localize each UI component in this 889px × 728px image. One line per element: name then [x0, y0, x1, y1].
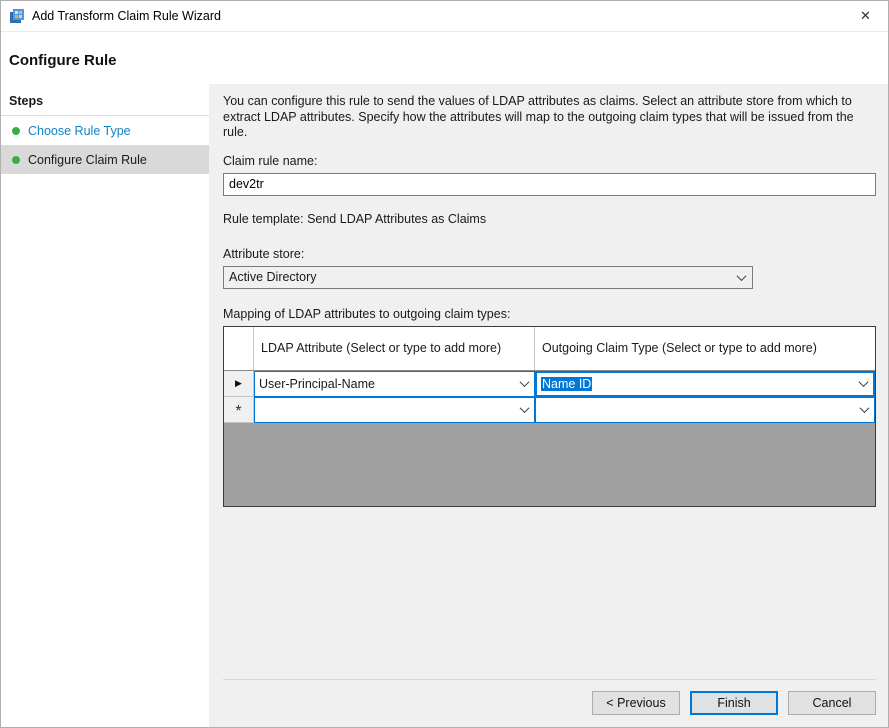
mapping-label: Mapping of LDAP attributes to outgoing c… [223, 307, 876, 321]
ldap-attribute-select-new[interactable] [254, 397, 535, 423]
step-bullet-icon [12, 156, 20, 164]
finish-button[interactable]: Finish [690, 691, 778, 715]
footer: < Previous Finish Cancel [223, 679, 876, 715]
chevron-down-icon [520, 403, 530, 413]
step-bullet-icon [12, 127, 20, 135]
chevron-down-icon [859, 377, 869, 387]
column-header-ldap-attribute: LDAP Attribute (Select or type to add mo… [254, 327, 535, 370]
titlebar: Add Transform Claim Rule Wizard ✕ [1, 1, 888, 32]
wizard-body: Steps Choose Rule Type Configure Claim R… [1, 84, 888, 727]
outgoing-claim-type-value: Name ID [541, 377, 592, 391]
claim-rule-name-label: Claim rule name: [223, 154, 876, 168]
step-label: Configure Claim Rule [28, 153, 147, 167]
attribute-store-select[interactable]: Active Directory [223, 266, 753, 289]
chevron-down-icon [860, 403, 870, 413]
new-row-marker: * [224, 397, 254, 423]
claim-rule-name-input[interactable] [223, 173, 876, 196]
wizard-window: Add Transform Claim Rule Wizard ✕ Config… [0, 0, 889, 728]
asterisk-icon: * [235, 403, 241, 421]
table-corner-cell [224, 327, 254, 370]
attribute-store-value: Active Directory [229, 270, 317, 284]
step-label: Choose Rule Type [28, 124, 131, 138]
sidebar-item-configure-claim-rule[interactable]: Configure Claim Rule [1, 145, 209, 174]
previous-button[interactable]: < Previous [592, 691, 680, 715]
sidebar-item-choose-rule-type[interactable]: Choose Rule Type [1, 116, 209, 145]
rule-template-text: Rule template: Send LDAP Attributes as C… [223, 212, 876, 226]
close-icon: ✕ [860, 8, 871, 23]
steps-header: Steps [1, 84, 209, 116]
window-title: Add Transform Claim Rule Wizard [32, 9, 221, 23]
page-title: Configure Rule [9, 52, 880, 69]
outgoing-claim-type-select[interactable]: Name ID [535, 371, 875, 397]
attribute-store-label: Attribute store: [223, 247, 876, 261]
wizard-app-icon [9, 8, 25, 24]
triangle-right-icon: ▶ [235, 378, 242, 389]
table-header-row: LDAP Attribute (Select or type to add mo… [224, 327, 875, 371]
chevron-down-icon [520, 377, 530, 387]
current-row-marker: ▶ [224, 371, 254, 397]
outgoing-claim-type-select-new[interactable] [535, 397, 875, 423]
ldap-attribute-select[interactable]: User-Principal-Name [254, 371, 535, 397]
chevron-down-icon [737, 271, 747, 281]
close-button[interactable]: ✕ [843, 1, 888, 31]
content-area: You can configure this rule to send the … [209, 84, 888, 727]
column-header-outgoing-claim-type: Outgoing Claim Type (Select or type to a… [535, 327, 875, 370]
description-text: You can configure this rule to send the … [223, 94, 876, 141]
mapping-table: LDAP Attribute (Select or type to add mo… [223, 326, 876, 507]
table-row: ▶ User-Principal-Name Name ID [224, 371, 875, 397]
table-row: * [224, 397, 875, 423]
table-empty-area [224, 423, 875, 506]
page-heading-row: Configure Rule [1, 32, 888, 84]
cancel-button[interactable]: Cancel [788, 691, 876, 715]
steps-sidebar: Steps Choose Rule Type Configure Claim R… [1, 84, 209, 727]
ldap-attribute-value: User-Principal-Name [259, 377, 375, 391]
